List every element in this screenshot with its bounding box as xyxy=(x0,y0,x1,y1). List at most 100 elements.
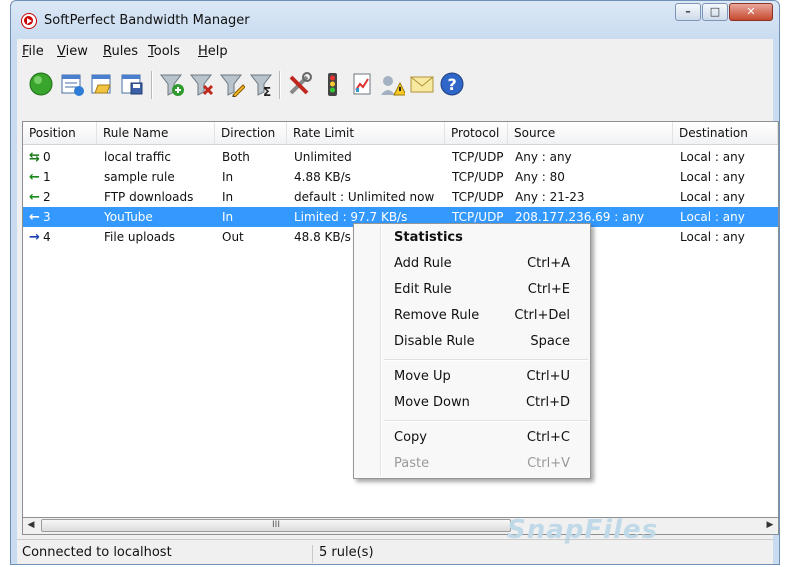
menu-file[interactable]: File xyxy=(22,44,44,59)
context-item-copy[interactable]: Copy Ctrl+C xyxy=(394,427,570,449)
cell-protocol: TCP/UDP xyxy=(452,190,504,204)
cell-name: YouTube xyxy=(104,210,153,224)
help-icon[interactable]: ? xyxy=(439,71,465,97)
save-icon[interactable] xyxy=(119,71,145,97)
cell-position: ← 1 xyxy=(29,167,95,187)
context-item-edit-rule[interactable]: Edit Rule Ctrl+E xyxy=(394,279,570,301)
column-header-protocol[interactable]: Protocol xyxy=(445,122,508,144)
context-item-shortcut: Ctrl+C xyxy=(526,430,570,445)
report-icon[interactable] xyxy=(349,71,375,97)
context-item-shortcut: Ctrl+U xyxy=(526,369,570,384)
scroll-right-icon[interactable]: ▶ xyxy=(762,518,778,533)
position-value: 0 xyxy=(43,150,51,164)
context-item-disable-rule[interactable]: Disable Rule Space xyxy=(394,331,570,353)
context-item-shortcut: Ctrl+Del xyxy=(514,308,570,323)
position-value: 3 xyxy=(43,210,51,224)
table-row[interactable]: ⇆ 0 local traffic Both Unlimited TCP/UDP Any :… xyxy=(23,147,778,167)
app-logo-icon xyxy=(21,13,37,29)
context-item-shortcut: Ctrl+A xyxy=(527,256,570,271)
menu-separator xyxy=(384,420,588,422)
user-alert-icon[interactable] xyxy=(379,71,407,97)
table-row[interactable]: ← 1 sample rule In 4.88 KB/s TCP/UDP Any : 80 L… xyxy=(23,167,778,187)
context-item-label: Disable Rule xyxy=(394,334,475,349)
table-header: Position Rule Name Direction Rate Limit Prot… xyxy=(23,122,778,145)
statistics-filter-icon[interactable]: Σ xyxy=(249,71,275,99)
minimize-icon: – xyxy=(685,5,691,18)
maximize-button[interactable]: □ xyxy=(702,3,728,21)
cell-direction: In xyxy=(222,210,234,224)
column-header-position[interactable]: Position xyxy=(23,122,97,144)
remove-filter-icon[interactable] xyxy=(189,71,215,97)
position-value: 2 xyxy=(43,190,51,204)
cell-direction: In xyxy=(222,170,234,184)
traffic-light-icon[interactable] xyxy=(319,71,345,97)
menu-rules[interactable]: Rules xyxy=(103,44,138,59)
add-filter-icon[interactable] xyxy=(159,71,185,97)
context-item-label: Statistics xyxy=(394,230,463,245)
context-item-shortcut: Ctrl+E xyxy=(527,282,570,297)
edit-filter-icon[interactable] xyxy=(219,71,246,98)
minimize-button[interactable]: – xyxy=(675,3,701,21)
cell-rate: default : Unlimited now xyxy=(294,190,435,204)
menu-help[interactable]: Help xyxy=(198,44,228,59)
context-item-shortcut: Ctrl+V xyxy=(527,456,570,471)
column-header-rate-limit[interactable]: Rate Limit xyxy=(287,122,445,144)
context-item-label: Paste xyxy=(394,456,430,471)
column-header-destination[interactable]: Destination xyxy=(673,122,778,144)
position-value: 4 xyxy=(43,230,51,244)
svg-text:Σ: Σ xyxy=(263,85,271,97)
context-item-label: Edit Rule xyxy=(394,282,452,297)
rules-list-icon[interactable] xyxy=(59,71,85,97)
position-value: 1 xyxy=(43,170,51,184)
menu-view[interactable]: View xyxy=(57,44,88,59)
settings-tools-icon[interactable] xyxy=(287,71,313,97)
close-icon: ✕ xyxy=(746,5,756,18)
direction-out-icon: → xyxy=(29,230,40,245)
column-header-source[interactable]: Source xyxy=(508,122,673,144)
cell-position: ← 2 xyxy=(29,187,95,207)
context-item-move-up[interactable]: Move Up Ctrl+U xyxy=(394,366,570,388)
cell-position: → 4 xyxy=(29,227,95,247)
cell-protocol: TCP/UDP xyxy=(452,170,504,184)
context-menu: Statistics Add Rule Ctrl+A Edit Rule Ctrl+E R… xyxy=(353,223,591,479)
cell-position: ← 3 xyxy=(29,207,95,227)
toolbar-separator xyxy=(151,71,153,99)
context-item-label: Remove Rule xyxy=(394,308,480,323)
start-icon[interactable] xyxy=(28,71,54,97)
connection-status: Connected to localhost xyxy=(22,545,313,563)
rule-count: 5 rule(s) xyxy=(319,545,374,560)
context-item-paste: Paste Ctrl+V xyxy=(394,453,570,475)
direction-in-icon: ← xyxy=(29,170,40,185)
cell-destination: Local : any xyxy=(680,230,745,244)
scroll-left-icon[interactable]: ◀ xyxy=(23,518,39,533)
column-header-direction[interactable]: Direction xyxy=(215,122,287,144)
context-item-shortcut: Space xyxy=(530,334,570,349)
window-title: SoftPerfect Bandwidth Manager xyxy=(44,13,250,28)
context-item-remove-rule[interactable]: Remove Rule Ctrl+Del xyxy=(394,305,570,327)
cell-destination: Local : any xyxy=(680,190,745,204)
context-item-shortcut: Ctrl+D xyxy=(525,395,570,410)
context-item-label: Add Rule xyxy=(394,256,452,271)
menu-separator xyxy=(384,359,588,361)
cell-source: Any : 80 xyxy=(515,170,565,184)
cell-name: FTP downloads xyxy=(104,190,194,204)
open-icon[interactable] xyxy=(89,71,115,97)
context-item-statistics[interactable]: Statistics xyxy=(394,227,570,249)
window-controls: – □ ✕ xyxy=(675,3,773,21)
title-bar[interactable]: SoftPerfect Bandwidth Manager – □ ✕ xyxy=(11,1,779,39)
cell-position: ⇆ 0 xyxy=(29,147,95,167)
scroll-thumb[interactable]: III xyxy=(41,519,511,532)
column-header-rule-name[interactable]: Rule Name xyxy=(97,122,215,144)
cell-direction: Both xyxy=(222,150,250,164)
context-item-add-rule[interactable]: Add Rule Ctrl+A xyxy=(394,253,570,275)
menu-tools[interactable]: Tools xyxy=(148,44,180,59)
mail-icon[interactable] xyxy=(409,71,435,97)
horizontal-scrollbar[interactable]: ◀ III ▶ xyxy=(22,518,779,535)
cell-name: local traffic xyxy=(104,150,171,164)
direction-both-icon: ⇆ xyxy=(29,150,40,165)
table-row[interactable]: ← 2 FTP downloads In default : Unlimited now… xyxy=(23,187,778,207)
cell-rate: Unlimited xyxy=(294,150,352,164)
context-item-label: Move Up xyxy=(394,369,451,384)
close-button[interactable]: ✕ xyxy=(729,3,773,21)
context-item-move-down[interactable]: Move Down Ctrl+D xyxy=(394,392,570,414)
